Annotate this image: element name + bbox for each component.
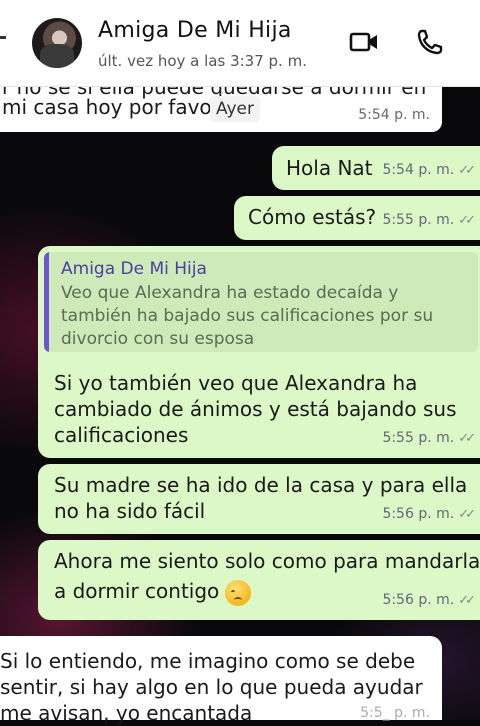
message-text-line: calificaciones — [54, 423, 189, 447]
message-time: 5:5_ p. m. — [360, 705, 430, 721]
disappointed-face-icon — [225, 579, 252, 606]
message-time: 5:56 p. m. — [382, 592, 455, 608]
double-check-icon: ✓✓ — [458, 507, 476, 522]
double-check-icon: ✓✓ — [458, 213, 476, 228]
phone-call-icon[interactable] — [416, 28, 444, 56]
message-outgoing[interactable]: Cómo estás? 5:55 p. m. ✓✓ — [234, 196, 480, 240]
date-badge: Ayer — [210, 96, 260, 122]
last-seen-status: últ. vez hoy a las 3:37 p. m. — [98, 52, 307, 70]
message-text-line: sentir, si hay algo en lo que pueda ayud… — [0, 675, 423, 699]
message-text-line: Su madre se ha ido de la casa y para ell… — [54, 473, 468, 497]
quote-text-line: Veo que Alexandra ha estado decaída y — [61, 283, 399, 303]
message-time: 5:54 p. m. — [358, 107, 430, 123]
message-outgoing[interactable]: Su madre se ha ido de la casa y para ell… — [38, 464, 480, 534]
quote-text-line: divorcio con su esposa — [61, 329, 255, 349]
message-text-line: Ahora me siento solo como para mandarla — [54, 549, 480, 573]
double-check-icon: ✓✓ — [458, 431, 476, 446]
message-time: 5:55 p. m. — [382, 212, 455, 228]
avatar[interactable] — [32, 18, 82, 68]
message-text-line: cambiado de ánimos y está bajando sus — [54, 397, 457, 421]
message-outgoing[interactable]: Ahora me siento solo como para mandarla … — [38, 540, 480, 620]
contact-name[interactable]: Amiga De Mi Hija — [98, 18, 292, 43]
quote-text-line: también ha bajado sus calificaciones por… — [61, 306, 434, 326]
message-text-line: Si yo también veo que Alexandra ha — [54, 371, 418, 395]
video-call-icon[interactable] — [349, 31, 379, 53]
message-outgoing-reply[interactable]: Amiga De Mi Hija Veo que Alexandra ha es… — [38, 246, 480, 458]
quote-author: Amiga De Mi Hija — [61, 259, 207, 279]
double-check-icon: ✓✓ — [458, 163, 476, 178]
message-text-line: no ha sido fácil — [54, 499, 206, 523]
message-time: 5:56 p. m. — [382, 506, 455, 522]
message-text-line: Si lo entiendo, me imagino como se debe — [0, 649, 416, 673]
message-text: Hola Nat — [286, 156, 373, 180]
message-text-line: mi casa hoy por favor — [2, 95, 220, 119]
message-text-row: a dormir contigo — [54, 578, 252, 606]
message-time: 5:54 p. m. — [382, 162, 455, 178]
message-text-line: me avisan, yo encantada — [0, 701, 253, 725]
message-text: Cómo estás? — [248, 205, 377, 229]
message-text-line: a dormir contigo — [54, 579, 220, 603]
double-check-icon: ✓✓ — [458, 593, 476, 608]
message-outgoing[interactable]: Hola Nat 5:54 p. m. ✓✓ — [272, 146, 480, 190]
quoted-message[interactable]: Amiga De Mi Hija Veo que Alexandra ha es… — [44, 252, 478, 352]
chat-header: Amiga De Mi Hija últ. vez hoy a las 3:37… — [0, 0, 480, 87]
message-incoming[interactable]: Si lo entiendo, me imagino como se debe … — [0, 636, 442, 725]
message-time: 5:55 p. m. — [382, 430, 455, 446]
back-arrow-icon[interactable] — [0, 36, 8, 40]
quote-accent-bar — [44, 252, 49, 352]
